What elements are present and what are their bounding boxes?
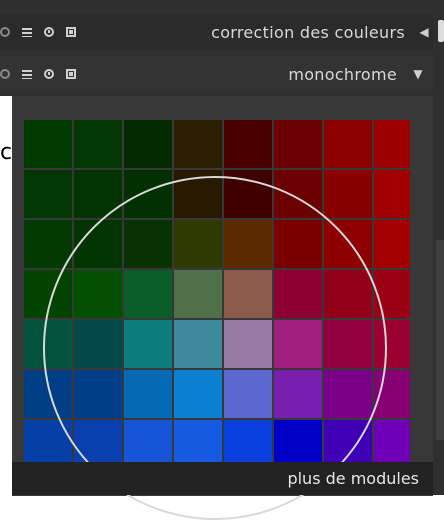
color-cell[interactable]	[124, 270, 172, 318]
presets-icon[interactable]	[66, 69, 76, 79]
color-cell[interactable]	[224, 220, 272, 268]
color-cell[interactable]	[374, 120, 410, 168]
color-cell[interactable]	[374, 270, 410, 318]
color-cell[interactable]	[24, 170, 72, 218]
module-title: monochrome	[288, 64, 397, 84]
reset-icon[interactable]	[44, 27, 54, 37]
color-cell[interactable]	[224, 320, 272, 368]
color-cell[interactable]	[74, 220, 122, 268]
color-cell[interactable]	[24, 320, 72, 368]
color-cell[interactable]	[374, 420, 410, 464]
more-modules-label: plus de modules	[287, 469, 419, 488]
module-header-color-correction[interactable]: correction des couleurs ◀	[0, 14, 433, 50]
color-cell[interactable]	[174, 120, 222, 168]
menu-icon[interactable]	[22, 27, 32, 37]
color-cell[interactable]	[24, 220, 72, 268]
color-cell[interactable]	[124, 420, 172, 464]
color-cell[interactable]	[74, 120, 122, 168]
color-cell[interactable]	[74, 420, 122, 464]
color-cell[interactable]	[174, 220, 222, 268]
color-cell[interactable]	[174, 320, 222, 368]
color-cell[interactable]	[274, 370, 322, 418]
color-cell[interactable]	[24, 270, 72, 318]
color-cell[interactable]	[74, 270, 122, 318]
collapse-arrow-icon[interactable]: ◀	[415, 25, 433, 39]
color-cell[interactable]	[124, 220, 172, 268]
color-cell[interactable]	[174, 420, 222, 464]
power-icon[interactable]	[0, 27, 10, 37]
module-header-monochrome[interactable]: monochrome ▼	[0, 56, 433, 92]
color-cell[interactable]	[324, 320, 372, 368]
color-cell[interactable]	[174, 170, 222, 218]
color-cell[interactable]	[324, 220, 372, 268]
module-title: correction des couleurs	[211, 22, 405, 42]
menu-icon[interactable]	[22, 69, 32, 79]
color-cell[interactable]	[224, 270, 272, 318]
color-cell[interactable]	[324, 170, 372, 218]
color-cell[interactable]	[24, 370, 72, 418]
color-cell[interactable]	[174, 270, 222, 318]
color-cell[interactable]	[324, 120, 372, 168]
power-icon[interactable]	[0, 69, 10, 79]
color-cell[interactable]	[24, 420, 72, 464]
color-cell[interactable]	[324, 270, 372, 318]
color-cell[interactable]	[274, 320, 322, 368]
color-cell[interactable]	[124, 120, 172, 168]
color-cell[interactable]	[74, 370, 122, 418]
color-cell[interactable]	[374, 370, 410, 418]
color-cell[interactable]	[274, 420, 322, 464]
color-cell[interactable]	[124, 170, 172, 218]
color-cell[interactable]	[74, 170, 122, 218]
monochrome-color-grid[interactable]	[24, 120, 410, 464]
scrollbar-top[interactable]	[438, 20, 444, 42]
scrollbar[interactable]	[436, 240, 444, 440]
color-cell[interactable]	[224, 420, 272, 464]
color-cell[interactable]	[324, 370, 372, 418]
stray-glyph: c	[0, 140, 13, 165]
color-cell[interactable]	[224, 120, 272, 168]
color-cell[interactable]	[24, 120, 72, 168]
color-cell[interactable]	[274, 270, 322, 318]
color-cell[interactable]	[274, 120, 322, 168]
color-cell[interactable]	[274, 170, 322, 218]
color-cell[interactable]	[274, 220, 322, 268]
color-cell[interactable]	[224, 170, 272, 218]
color-cell[interactable]	[74, 320, 122, 368]
color-cell[interactable]	[174, 370, 222, 418]
color-cell[interactable]	[124, 320, 172, 368]
color-cell[interactable]	[124, 370, 172, 418]
reset-icon[interactable]	[44, 69, 54, 79]
color-cell[interactable]	[374, 220, 410, 268]
color-cell[interactable]	[224, 370, 272, 418]
color-cell[interactable]	[374, 170, 410, 218]
more-modules-bar[interactable]: plus de modules	[12, 462, 433, 495]
color-cell[interactable]	[324, 420, 372, 464]
expand-arrow-icon[interactable]: ▼	[403, 67, 433, 81]
color-cell[interactable]	[374, 320, 410, 368]
presets-icon[interactable]	[66, 27, 76, 37]
